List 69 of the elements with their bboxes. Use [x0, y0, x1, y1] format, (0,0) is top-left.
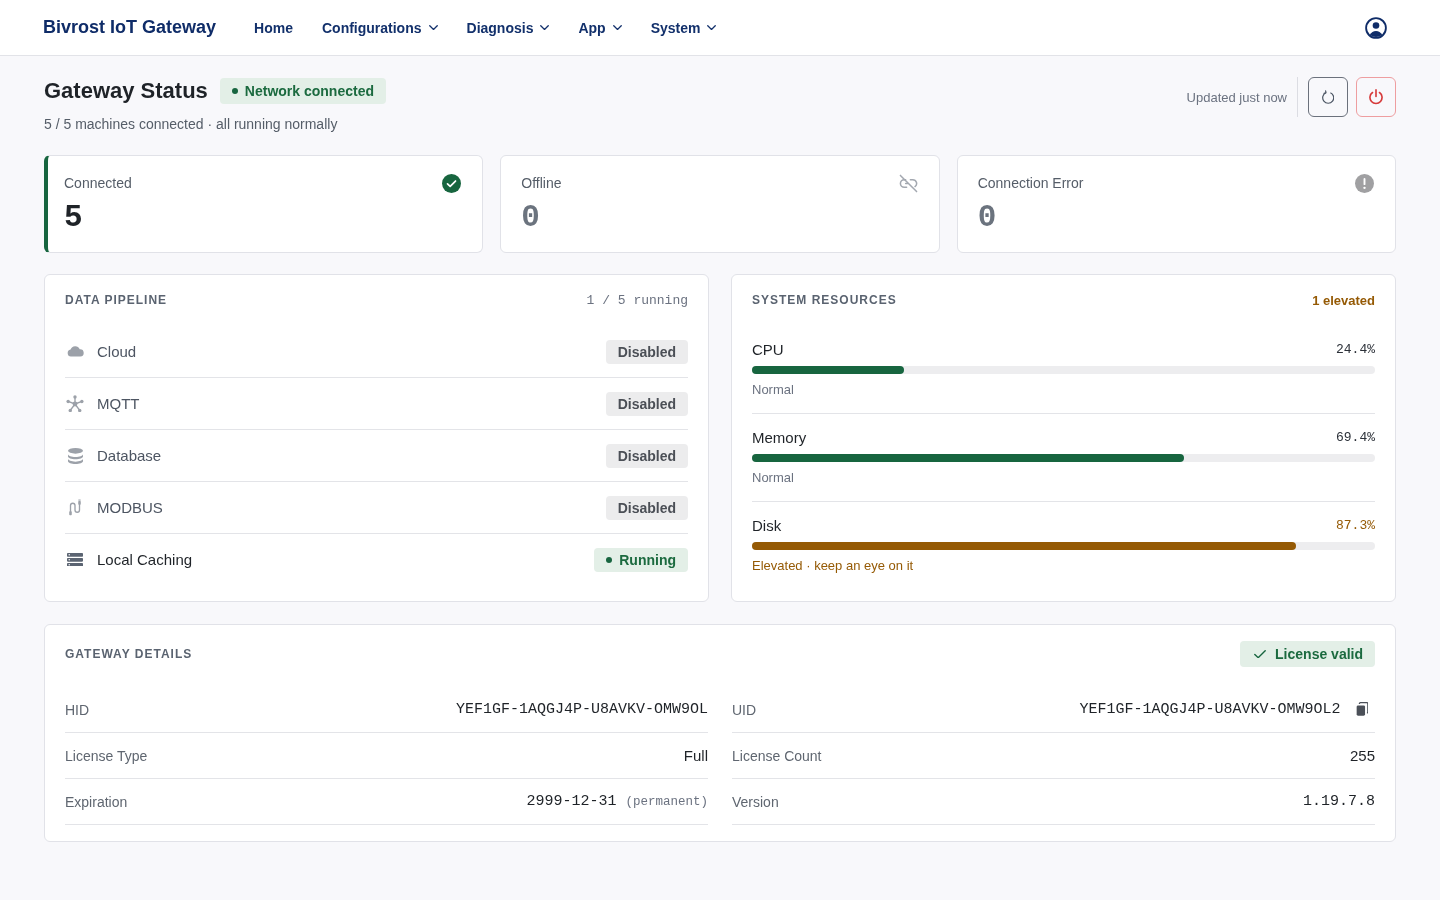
- status-label: Disabled: [617, 447, 676, 464]
- field-value: 2999-12-31: [526, 792, 617, 812]
- refresh-button[interactable]: [1308, 77, 1348, 117]
- page-title: Gateway Status: [44, 78, 208, 104]
- nav-link[interactable]: Home: [254, 19, 293, 36]
- section-title: DATA PIPELINE: [65, 293, 168, 307]
- cable-icon: [69, 499, 81, 516]
- resource-name: Memory: [752, 428, 807, 446]
- nav-link[interactable]: Configurations: [321, 19, 438, 36]
- usage-reading: 87.3%: [1336, 517, 1375, 533]
- status-note: Normal: [752, 469, 794, 487]
- check-circle-icon: [442, 173, 462, 193]
- status-dot-icon: [606, 556, 613, 563]
- pipeline-name: Cloud: [97, 343, 137, 360]
- stat-value: 0: [521, 200, 540, 236]
- nav-link[interactable]: Diagnosis: [466, 19, 550, 36]
- status-label: Disabled: [617, 343, 676, 360]
- field-label: HID: [65, 701, 90, 718]
- status-label: Disabled: [617, 499, 676, 516]
- pipeline-name: MQTT: [97, 395, 140, 412]
- stat-label: Connection Error: [977, 175, 1084, 191]
- usage-reading: 24.4%: [1336, 341, 1375, 357]
- field-value: Full: [683, 746, 708, 766]
- usage-reading: 69.4%: [1336, 429, 1375, 445]
- stat-value: 0: [977, 200, 997, 236]
- nav-link[interactable]: System: [650, 19, 717, 36]
- pipeline-name: Local Caching: [97, 551, 193, 568]
- database-icon: [67, 447, 83, 464]
- nav-link[interactable]: App: [578, 19, 622, 36]
- running-count: 1 / 5 running: [586, 292, 688, 308]
- status-summary: 5 / 5 machines connected · all running normally: [44, 115, 339, 134]
- status-label: Disabled: [617, 395, 676, 412]
- section-title: SYSTEM RESOURCES: [752, 293, 897, 307]
- user-icon[interactable]: [1365, 16, 1387, 39]
- field-note: (permanent): [625, 795, 708, 809]
- elevated-count: 1 elevated: [1312, 292, 1375, 308]
- field-value: 255: [1349, 746, 1375, 766]
- stat-label: Offline: [521, 175, 562, 191]
- field-label: Version: [732, 793, 779, 810]
- updated-label: Updated just now: [1186, 89, 1287, 105]
- power-button[interactable]: [1356, 77, 1396, 117]
- connection-status-label: Network connected: [244, 83, 374, 99]
- license-status-label: License valid: [1275, 646, 1363, 662]
- status-label: Running: [619, 551, 676, 568]
- field-label: UID: [732, 701, 757, 718]
- field-value: 1.19.7.8: [1303, 792, 1375, 812]
- section-title: GATEWAY DETAILS: [65, 647, 193, 661]
- status-dot-icon: [231, 88, 238, 94]
- field-label: Expiration: [65, 793, 128, 810]
- server-icon: [67, 552, 83, 567]
- field-value: YEF1GF-1AQGJ4P-U8AVKV-OMW9OL2: [1079, 700, 1341, 720]
- status-note: Normal: [752, 381, 794, 399]
- power-icon: [1369, 89, 1383, 105]
- cloud-icon: [66, 346, 84, 357]
- stat-value: 5: [64, 200, 83, 236]
- field-label: License Type: [65, 747, 148, 764]
- field-value: YEF1GF-1AQGJ4P-U8AVKV-OMW9OL: [455, 700, 708, 720]
- stat-label: Connected: [64, 175, 132, 191]
- app-title: Bivrost IoT Gateway: [43, 17, 217, 38]
- hub-icon: [66, 394, 84, 413]
- resource-name: Disk: [752, 516, 782, 534]
- resource-name: CPU: [752, 340, 784, 358]
- field-label: License Count: [732, 747, 822, 764]
- pipeline-name: MODBUS: [97, 499, 163, 516]
- alert-circle-icon: [1355, 173, 1374, 193]
- pipeline-name: Database: [97, 447, 162, 464]
- status-note: Elevated · keep an eye on it: [752, 557, 914, 575]
- link-off-icon: [898, 173, 918, 193]
- refresh-icon: [1321, 90, 1335, 104]
